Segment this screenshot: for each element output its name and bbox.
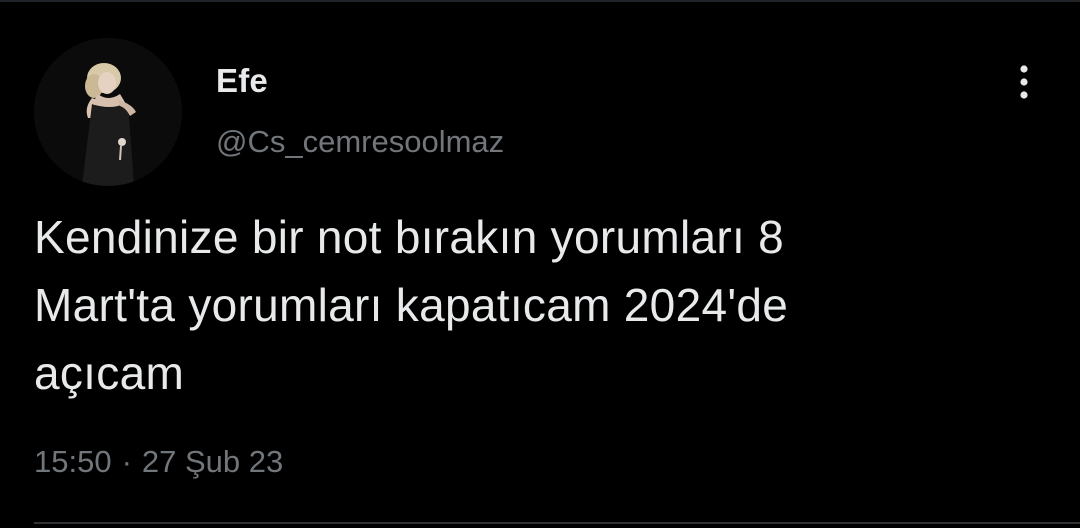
bottom-divider bbox=[34, 522, 1080, 524]
vertical-ellipsis-icon bbox=[1020, 65, 1028, 99]
avatar[interactable] bbox=[34, 38, 182, 186]
author-handle[interactable]: @Cs_cemresoolmaz bbox=[216, 124, 504, 160]
tweet-date[interactable]: 27 Şub 23 bbox=[142, 444, 283, 479]
avatar-photo bbox=[34, 38, 182, 186]
tweet[interactable]: Efe @Cs_cemresoolmaz Kendinize bir not b… bbox=[0, 0, 1080, 528]
tweet-text: Kendinize bir not bırakın yorumları 8 Ma… bbox=[34, 211, 789, 399]
tweet-timestamp[interactable]: 15:50 · 27 Şub 23 bbox=[34, 444, 283, 480]
meta-separator: · bbox=[121, 444, 132, 479]
more-options-button[interactable] bbox=[1004, 60, 1044, 104]
author-display-name[interactable]: Efe bbox=[216, 62, 268, 100]
tweet-time[interactable]: 15:50 bbox=[34, 444, 112, 479]
